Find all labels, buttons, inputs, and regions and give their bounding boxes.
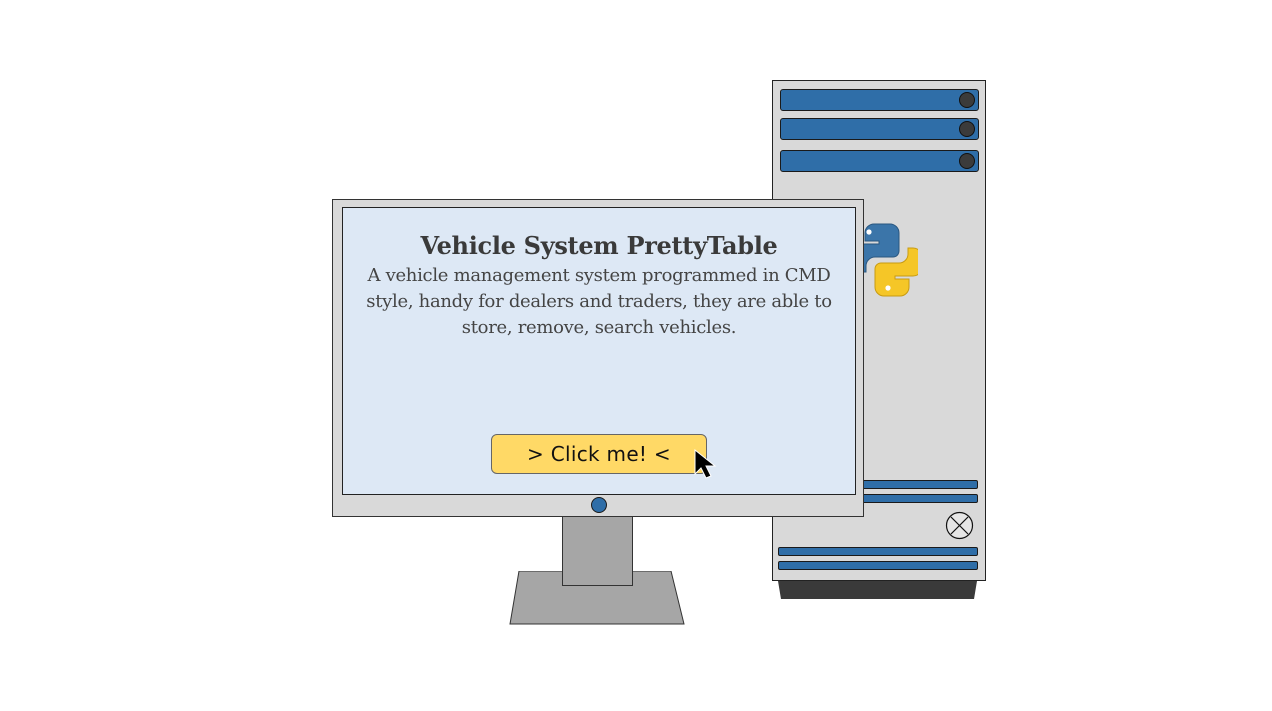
monitor-power-led-icon [591, 497, 607, 513]
drive-bay [780, 118, 979, 140]
description-text: A vehicle management system programmed i… [366, 265, 832, 338]
drive-bay [780, 150, 979, 172]
drive-bay-led-icon [959, 121, 975, 137]
tower-vent [778, 561, 978, 570]
monitor: Vehicle System PrettyTable A vehicle man… [332, 199, 864, 517]
monitor-stand-neck [562, 515, 633, 586]
power-button-icon[interactable] [945, 511, 974, 540]
tower-foot [778, 581, 977, 599]
tower-vent [778, 547, 978, 556]
python-logo-icon [856, 223, 918, 297]
page-title: Vehicle System PrettyTable [420, 231, 778, 260]
drive-bay [780, 89, 979, 111]
mouse-pointer-icon [694, 448, 717, 479]
click-me-button[interactable]: > Click me! < [491, 434, 707, 474]
monitor-screen: Vehicle System PrettyTable A vehicle man… [342, 207, 856, 495]
drive-bay-led-icon [959, 92, 975, 108]
drive-bay-led-icon [959, 153, 975, 169]
